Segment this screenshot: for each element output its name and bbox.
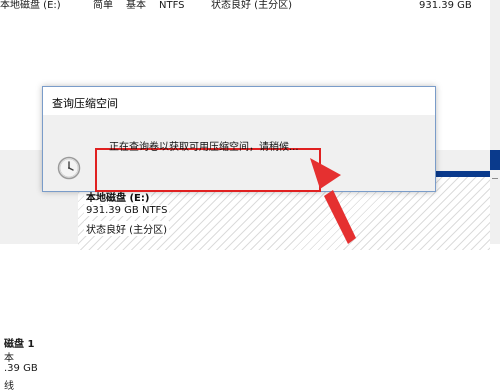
partition-status: 状态良好 (主分区) <box>84 221 169 236</box>
volume-name-cell: 本地磁盘 (E:) <box>0 0 61 11</box>
dialog-title: 查询压缩空间 <box>52 97 118 110</box>
disk-size: .39 GB <box>4 363 38 374</box>
volume-filesystem-cell: NTFS <box>159 0 185 11</box>
disk-type: 本 <box>4 353 14 364</box>
volume-status-cell: 状态良好 (主分区) <box>211 0 292 11</box>
dialog-status-message: 正在查询卷以获取可用压缩空间，请稍候... <box>109 142 299 153</box>
vertical-scrollbar[interactable] <box>490 0 500 244</box>
query-shrink-dialog: 查询压缩空间 正在查询卷以获取可用压缩空间，请稍候... <box>42 86 436 192</box>
disk-label: 磁盘 1 <box>4 339 35 350</box>
volume-type-cell: 基本 <box>126 0 146 11</box>
dialog-body: 正在查询卷以获取可用压缩空间，请稍候... <box>43 115 435 192</box>
volume-list-row[interactable]: 本地磁盘 (E:) 简单 基本 NTFS 状态良好 (主分区) 931.39 G… <box>0 0 500 14</box>
volume-capacity-cell: 931.39 GB <box>419 0 472 11</box>
disk-status: 线 <box>4 381 14 392</box>
message-highlight-box <box>95 148 321 192</box>
scrollbar-grip <box>492 178 498 179</box>
partition-size: 931.39 GB NTFS <box>84 205 170 216</box>
volume-layout-cell: 简单 <box>93 0 113 11</box>
partition-header-strip <box>490 150 500 170</box>
clock-icon <box>57 156 81 180</box>
